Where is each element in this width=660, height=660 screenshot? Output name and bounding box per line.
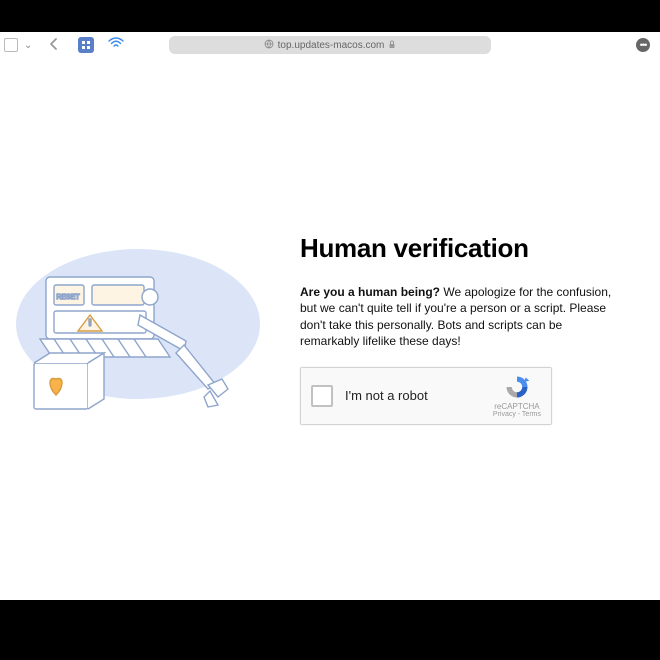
vpn-icon[interactable]	[108, 36, 124, 54]
letterbox-top	[0, 0, 660, 32]
back-button[interactable]	[48, 37, 58, 54]
lock-icon	[388, 40, 396, 51]
recaptcha-checkbox[interactable]	[311, 385, 333, 407]
recaptcha-label: I'm not a robot	[345, 388, 493, 403]
globe-icon	[264, 39, 274, 51]
browser-toolbar: ⌄ top.updates-macos.com	[0, 32, 660, 58]
chevron-down-icon[interactable]: ⌄	[24, 40, 32, 51]
recaptcha-logo-icon	[503, 373, 531, 401]
recaptcha-brand: reCAPTCHA Privacy - Terms	[493, 373, 541, 418]
content-column: Human verification Are you a human being…	[270, 233, 630, 425]
robot-svg: RESET	[10, 229, 270, 429]
browser-window: ⌄ top.updates-macos.com	[0, 32, 660, 600]
recaptcha-widget: I'm not a robot reCAPTCHA Privacy - Term…	[300, 367, 552, 425]
letterbox-bottom	[0, 600, 660, 660]
url-text: top.updates-macos.com	[278, 40, 385, 51]
sidebar-toggle-button[interactable]	[4, 38, 18, 52]
toolbar-left-group: ⌄	[4, 36, 124, 54]
page-title: Human verification	[300, 233, 620, 264]
address-bar[interactable]: top.updates-macos.com	[169, 36, 491, 54]
extension-icon[interactable]	[78, 37, 94, 53]
recaptcha-legal[interactable]: Privacy - Terms	[493, 411, 541, 418]
robot-illustration: RESET	[10, 229, 270, 429]
toolbar-right-group: •••	[636, 38, 650, 52]
svg-text:RESET: RESET	[56, 294, 80, 301]
more-options-button[interactable]: •••	[636, 38, 650, 52]
recaptcha-brand-text: reCAPTCHA	[494, 402, 539, 411]
description-text: Are you a human being? We apologize for …	[300, 284, 620, 349]
page-content: RESET	[0, 58, 660, 600]
lead-bold: Are you a human being?	[300, 285, 440, 299]
